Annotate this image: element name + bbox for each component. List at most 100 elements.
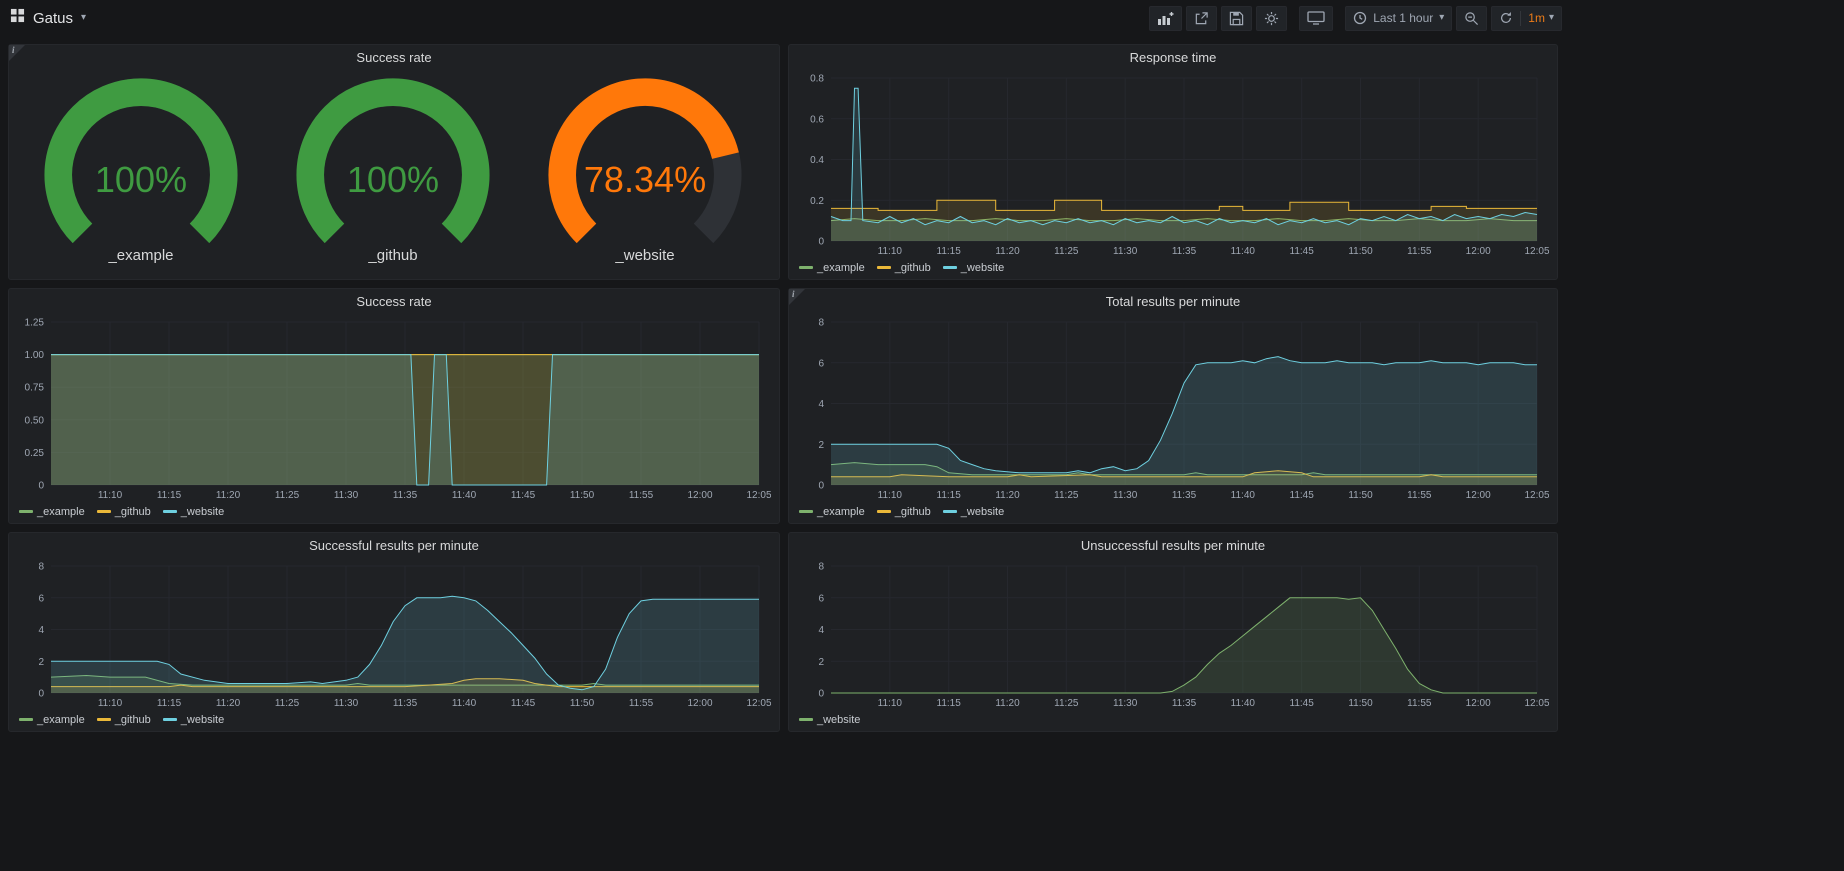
svg-text:11:35: 11:35 [1172,698,1197,709]
legend-series-swatch [163,510,177,513]
svg-text:11:15: 11:15 [937,698,962,709]
svg-text:11:45: 11:45 [511,698,536,709]
svg-text:0.4: 0.4 [810,155,824,166]
settings-button[interactable] [1256,6,1287,31]
svg-text:11:55: 11:55 [1407,246,1432,257]
legend-item-_github[interactable]: _github [97,714,151,726]
panel-success-rate-gauges: i Success rate 100%_example100%_github78… [8,44,780,280]
svg-text:6: 6 [38,593,44,604]
legend-series-swatch [799,718,813,721]
svg-text:11:20: 11:20 [995,698,1020,709]
svg-text:0: 0 [818,481,824,492]
legend-series-swatch [799,266,813,269]
legend-item-_website[interactable]: _website [943,506,1004,518]
save-button[interactable] [1221,6,1252,31]
svg-text:11:55: 11:55 [629,490,654,501]
svg-text:0: 0 [818,237,824,248]
legend-item-_example[interactable]: _example [799,506,865,518]
legend-item-_website[interactable]: _website [163,506,224,518]
legend-item-_github[interactable]: _github [877,506,931,518]
chevron-down-icon: ▾ [1439,13,1444,23]
gauge-value: 100% [95,159,187,200]
navbar: Gatus ▾ [0,0,1566,36]
gauge-_website: 78.34% _website [528,72,762,264]
svg-text:0.75: 0.75 [25,383,45,394]
chevron-down-icon: ▾ [1549,13,1554,23]
svg-text:11:35: 11:35 [1172,246,1197,257]
svg-text:11:35: 11:35 [393,490,418,501]
add-panel-icon [1157,11,1174,26]
legend-item-_website[interactable]: _website [943,262,1004,274]
svg-text:0: 0 [38,481,44,492]
legend-series-name: _website [961,506,1004,518]
gauge-label: _example [108,247,173,264]
svg-text:11:15: 11:15 [157,698,182,709]
svg-text:12:05: 12:05 [1524,490,1549,501]
chevron-down-icon[interactable]: ▾ [81,13,86,23]
legend-item-_example[interactable]: _example [19,714,85,726]
cycle-view-button[interactable] [1299,6,1333,31]
panel-title[interactable]: Successful results per minute [9,533,779,558]
legend-item-_github[interactable]: _github [877,262,931,274]
svg-text:11:30: 11:30 [1113,698,1138,709]
refresh-interval-dropdown[interactable]: 1m ▾ [1521,7,1561,30]
legend-item-_website[interactable]: _website [163,714,224,726]
svg-text:1.00: 1.00 [25,350,45,361]
tv-icon [1307,11,1325,25]
svg-text:11:20: 11:20 [216,490,241,501]
gauge-value: 78.34% [584,159,706,200]
svg-text:11:25: 11:25 [275,698,300,709]
legend-series-name: _example [817,262,865,274]
legend-item-_example[interactable]: _example [799,262,865,274]
svg-text:11:25: 11:25 [1054,490,1079,501]
legend-item-_website[interactable]: _website [799,714,860,726]
legend-series-name: _github [115,506,151,518]
chart-legend: _example _github _website [15,711,771,728]
svg-text:11:45: 11:45 [511,490,536,501]
panel-title[interactable]: Success rate [9,289,779,314]
gauge-label: _github [368,247,417,264]
navbar-left: Gatus ▾ [10,8,86,28]
svg-text:8: 8 [38,562,44,573]
svg-text:6: 6 [818,358,824,369]
chart-legend: _example _github _website [795,503,1549,520]
panel-info-icon[interactable]: i [9,45,25,61]
svg-text:0.50: 0.50 [25,415,45,426]
apps-grid-icon[interactable] [10,8,25,28]
successful-results-chart: 0246811:1011:1511:2011:2511:3011:3511:40… [15,558,771,711]
svg-text:1.25: 1.25 [25,318,45,329]
clock-icon [1353,11,1367,25]
legend-series-swatch [799,510,813,513]
panel-unsuccessful-results: Unsuccessful results per minute 0246811:… [788,532,1558,732]
svg-text:11:35: 11:35 [393,698,418,709]
refresh-button[interactable] [1492,7,1520,30]
legend-item-_github[interactable]: _github [97,506,151,518]
svg-text:11:10: 11:10 [878,698,903,709]
gauge-label: _website [615,247,674,264]
svg-text:4: 4 [818,399,824,410]
panel-title[interactable]: Success rate [9,45,779,70]
zoom-out-button[interactable] [1456,6,1487,31]
svg-text:12:00: 12:00 [687,490,712,501]
panel-title[interactable]: Unsuccessful results per minute [789,533,1557,558]
svg-text:12:00: 12:00 [1466,246,1491,257]
share-button[interactable] [1186,6,1217,31]
legend-series-swatch [877,510,891,513]
svg-text:12:00: 12:00 [687,698,712,709]
panel-title[interactable]: Total results per minute [789,289,1557,314]
dashboard-title[interactable]: Gatus [33,10,73,27]
time-range-picker[interactable]: Last 1 hour ▾ [1345,6,1452,31]
panel-title[interactable]: Response time [789,45,1557,70]
svg-text:12:05: 12:05 [746,698,771,709]
chart-legend: _example _github _website [795,259,1549,276]
svg-text:2: 2 [818,440,824,451]
panel-info-icon[interactable]: i [789,289,805,305]
legend-series-name: _example [37,714,85,726]
legend-series-name: _example [37,506,85,518]
svg-text:11:15: 11:15 [157,490,182,501]
gauge-arc-_website: 78.34% [528,72,762,246]
add-panel-button[interactable] [1149,6,1182,31]
legend-item-_example[interactable]: _example [19,506,85,518]
legend-series-swatch [97,718,111,721]
legend-series-name: _github [115,714,151,726]
